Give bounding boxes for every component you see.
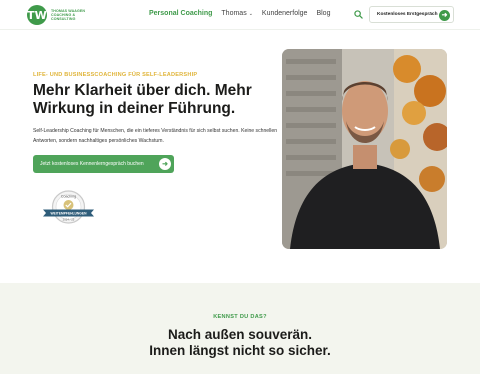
section-title-line-2: Innen längst nicht so sicher. xyxy=(149,343,331,358)
book-intro-call-label: Jetzt kostenloses Kennenlerngespräch buc… xyxy=(40,161,144,167)
logo-mark: TW xyxy=(27,5,47,25)
site-header: TW THOMAS WAAGEN COACHING & CONSULTING P… xyxy=(0,0,480,30)
badge-bottom-text: 2024 / 25 xyxy=(63,218,75,222)
logo-wordmark: THOMAS WAAGEN COACHING & CONSULTING xyxy=(51,9,85,22)
nav-item-thomas-label: Thomas xyxy=(221,10,247,17)
section-kicker: KENNST DU DAS? xyxy=(213,314,267,320)
section-title: Nach außen souverän. Innen längst nicht … xyxy=(0,327,480,359)
logo[interactable]: TW THOMAS WAAGEN COACHING & CONSULTING xyxy=(27,5,85,25)
badge-top-text: Coaching xyxy=(61,195,76,199)
book-intro-call-button[interactable]: Jetzt kostenloses Kennenlerngespräch buc… xyxy=(33,155,174,173)
search-icon[interactable] xyxy=(354,10,363,19)
section-title-line-1: Nach außen souverän. xyxy=(167,327,313,342)
recommendation-badge: Coaching WEITEMPFEHLUNGEN 2024 / 25 xyxy=(43,190,94,224)
badge-ribbon-text: WEITEMPFEHLUNGEN xyxy=(51,211,88,215)
nav-item-blog[interactable]: Blog xyxy=(316,10,330,17)
free-consultation-label: Kostenloses Erstgespräch xyxy=(377,12,438,17)
arrow-right-icon: ➜ xyxy=(159,158,171,170)
chevron-down-icon: ⌄ xyxy=(248,11,253,17)
nav-item-thomas[interactable]: Thomas ⌄ xyxy=(221,10,253,17)
arrow-right-icon: ➜ xyxy=(439,9,450,21)
coach-portrait-photo xyxy=(282,49,447,249)
logo-line-3: CONSULTING xyxy=(51,17,76,22)
main-nav: Personal Coaching Thomas ⌄ Kundenerfolge … xyxy=(149,10,339,17)
hero-subtext: Self-Leadership Coaching für Menschen, d… xyxy=(33,128,278,144)
hero-headline: Mehr Klarheit über dich. Mehr Wirkung in… xyxy=(33,82,252,117)
free-consultation-button[interactable]: Kostenloses Erstgespräch ➜ xyxy=(369,6,454,23)
hero-eyebrow: LIFE- UND BUSINESSCOACHING FÜR SELF-LEAD… xyxy=(33,72,198,78)
nav-item-personal-coaching[interactable]: Personal Coaching xyxy=(149,10,212,17)
nav-item-kundenerfolge[interactable]: Kundenerfolge xyxy=(262,10,308,17)
